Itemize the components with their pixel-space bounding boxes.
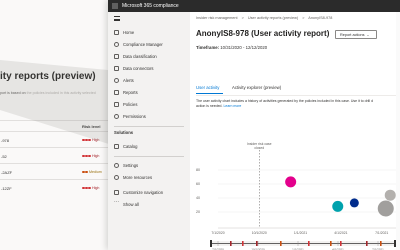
chart-icon [114,89,119,95]
chevron-down-icon: ⌄ [366,33,370,37]
vertical-scrollbar[interactable] [396,12,400,250]
chart-description: The user activity chart includes a histo… [196,99,374,103]
tab-divider [196,95,396,96]
hamburger-icon[interactable] [114,16,120,21]
nav-item-more-resources[interactable]: More resources [108,172,190,182]
activity-bubble[interactable] [384,189,396,201]
activity-bubble[interactable] [285,176,297,188]
bell-icon [114,77,119,83]
zoomed-table-row[interactable]: -978 High [0,133,120,147]
key-icon [114,113,119,119]
trophy-icon [114,41,119,47]
user-activity-chart: 20 40 60 80 7/1/2020 10/1/2020 1/1/2021 4/1/202… [190,108,400,250]
zoomed-risk-column-header: Risk level [82,124,101,129]
zoomed-divider [0,147,120,148]
nav-item-policies[interactable]: Policies [108,99,190,109]
home-icon [114,29,119,35]
timeline-event-marker [380,241,382,246]
zoomed-report-title: ity reports (preview) [0,71,96,82]
zoomed-table-row[interactable]: -12ZF High [0,181,120,195]
activity-bubble[interactable] [349,198,359,208]
nav-item-show-all[interactable]: ··· Show all [108,199,190,209]
suite-bar: Microsoft 365 compliance [108,0,400,12]
timeline-event-marker [340,241,342,246]
policy-icon [114,101,119,107]
tag-icon [114,53,119,59]
ellipsis-icon: ··· [114,199,119,205]
zoomed-divider [0,120,120,121]
waffle-icon[interactable] [112,3,118,9]
nav-item-permissions[interactable]: Permissions [108,111,190,121]
timeline-event-marker [308,241,310,246]
activity-bubble[interactable] [332,200,344,212]
breadcrumb-current: AnonyIS8-978 [308,16,333,20]
zoomed-divider [0,179,120,180]
y-tick-label: 60 [196,182,200,186]
screenshot-stage: ity reports (preview) port is based on t… [0,0,400,250]
report-actions-button[interactable]: Report actions ⌄ [335,30,377,39]
nav-item-alerts[interactable]: Alerts [108,75,190,85]
nav-divider [114,126,184,127]
main-content: Insider risk management > User activity … [190,12,400,250]
y-tick-label: 40 [196,196,200,200]
nav-item-data-classification[interactable]: Data classification [108,51,190,61]
zoomed-report-description: port is based on the policies included i… [0,91,96,95]
x-tick-label: 7/1/2021 [375,231,388,235]
active-tab-indicator [196,93,223,94]
left-navigation: Home Compliance Manager Data classificat… [108,12,190,250]
zoomed-divider [0,163,120,164]
x-tick-label: 7/1/2020 [211,231,224,235]
page-title: AnonyIS8-978 (User activity report) [196,29,330,38]
info-icon [114,174,119,180]
y-tick-label: 80 [196,168,200,172]
breadcrumb-separator: > [302,16,305,20]
zoomed-divider [0,131,120,132]
breadcrumb-link[interactable]: Insider risk management [196,16,238,20]
pencil-icon [114,189,119,195]
breadcrumb-separator: > [241,16,244,20]
timeline-event-marker [280,241,282,246]
timeline-event-marker [330,241,332,246]
nav-section-solutions: Solutions [114,130,134,135]
nav-item-data-connectors[interactable]: Data connectors [108,63,190,73]
nav-item-settings[interactable]: Settings [108,160,190,170]
timeline-handle-left[interactable] [210,240,212,247]
x-tick-label: 10/1/2020 [252,231,267,235]
nav-item-catalog[interactable]: Catalog [108,141,190,151]
gear-icon [114,162,119,168]
nav-item-home[interactable]: Home [108,27,190,37]
timeline-event-marker [256,241,258,246]
zoomed-table-row[interactable]: -2AZF Medium [0,165,120,179]
x-tick-label: 4/1/2021 [334,231,347,235]
timeframe: Timeframe: 10/31/2020 - 12/12/2020 [196,45,268,50]
timeline-event-marker [366,241,368,246]
case-closed-label: closed [254,146,264,150]
breadcrumb: Insider risk management > User activity … [196,16,335,20]
nav-item-compliance-manager[interactable]: Compliance Manager [108,39,190,49]
timeline-event-marker [230,241,232,246]
chart-canvas: 20 40 60 80 7/1/2020 10/1/2020 1/1/2021 4/1/202… [196,142,396,250]
breadcrumb-link[interactable]: User activity reports (preview) [248,16,298,20]
app-title[interactable]: Microsoft 365 compliance [122,3,179,9]
catalog-icon [114,143,119,149]
nav-item-reports[interactable]: Reports [108,87,190,97]
tab-activity-explorer[interactable]: Activity explorer (preview) [232,85,281,90]
nav-divider [114,156,184,157]
zoomed-report-list: ity reports (preview) port is based on t… [0,0,120,250]
nav-item-customize-navigation[interactable]: Customize navigation [108,187,190,197]
plug-icon [114,65,119,71]
compliance-window: Microsoft 365 compliance Home Compliance… [108,0,400,250]
x-tick-label: 1/1/2021 [294,231,307,235]
activity-bubble[interactable] [377,200,394,217]
tab-user-activity[interactable]: User activity [196,85,219,90]
zoomed-table-row[interactable]: -52 High [0,149,120,163]
y-tick-label: 20 [196,210,200,214]
timeline-event-marker [242,241,244,246]
